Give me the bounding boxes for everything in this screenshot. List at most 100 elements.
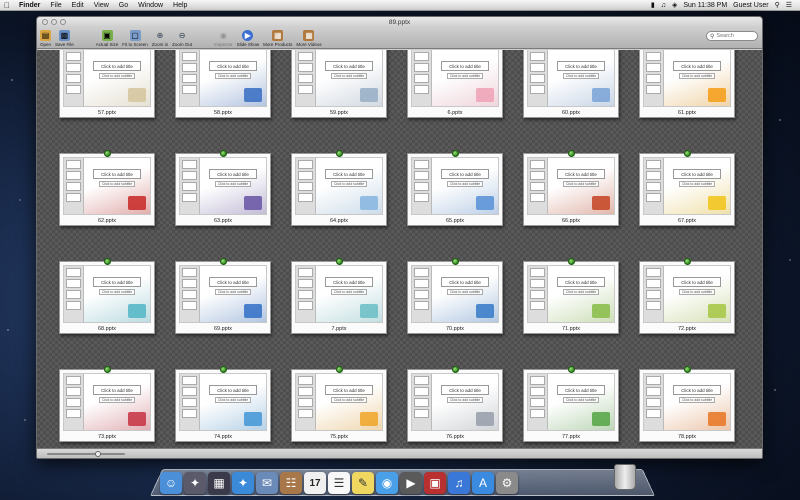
slide-main: Click to add title Click to add subtitle bbox=[548, 266, 614, 322]
system-preferences-icon[interactable]: ⚙ bbox=[496, 472, 518, 494]
search-field[interactable]: ⚲ bbox=[706, 31, 758, 41]
wifi-icon[interactable]: ◈ bbox=[672, 1, 677, 9]
menu-go[interactable]: Go bbox=[114, 2, 133, 9]
calendar-icon[interactable]: 17 bbox=[304, 472, 326, 494]
slide-title-placeholder: Click to add title bbox=[673, 277, 721, 287]
file-name: 60.pptx bbox=[561, 110, 581, 116]
file-card[interactable]: Click to add title Click to add subtitle 6… bbox=[175, 150, 271, 226]
file-card[interactable]: Click to add title Click to add subtitle 6… bbox=[523, 150, 619, 226]
file-card[interactable]: Click to add title Click to add subtitle 6… bbox=[59, 258, 155, 334]
slide-grid-area[interactable]: Click to add title Click to add subtitle 5… bbox=[37, 50, 762, 450]
file-card[interactable]: Click to add title Click to add subtitle 6… bbox=[175, 258, 271, 334]
zoom-slider[interactable] bbox=[47, 451, 125, 457]
pin-icon bbox=[104, 258, 111, 265]
slide-thumbnails bbox=[180, 50, 200, 106]
file-card[interactable]: Click to add title Click to add subtitle 7… bbox=[291, 258, 387, 334]
slide-thumbnails bbox=[180, 266, 200, 322]
file-name: 73.pptx bbox=[97, 434, 117, 440]
zoom-out-button[interactable]: ⊖ Zoom Out bbox=[172, 30, 192, 48]
more-videos-button[interactable]: ▦ More Videos bbox=[296, 30, 322, 48]
title-bar[interactable]: 89.pptx bbox=[37, 17, 762, 27]
safari-icon[interactable]: ✦ bbox=[232, 472, 254, 494]
app-store-icon[interactable]: A bbox=[472, 472, 494, 494]
notes-icon[interactable]: ✎ bbox=[352, 472, 374, 494]
slide-thumbnails bbox=[64, 50, 84, 106]
contacts-icon[interactable]: ☷ bbox=[280, 472, 302, 494]
user-name[interactable]: Guest User bbox=[733, 2, 768, 9]
apple-menu-icon[interactable]:  bbox=[0, 1, 14, 10]
file-card[interactable]: Click to add title Click to add subtitle 6… bbox=[407, 50, 503, 118]
file-card[interactable]: Click to add title Click to add subtitle 7… bbox=[639, 366, 735, 442]
slide-thumbnails bbox=[644, 158, 664, 214]
itunes-icon[interactable]: ♫ bbox=[448, 472, 470, 494]
slide-thumbnails bbox=[64, 374, 84, 430]
slide-title-placeholder: Click to add title bbox=[325, 277, 373, 287]
search-input[interactable] bbox=[716, 33, 757, 39]
more-products-button[interactable]: ▦ More Products bbox=[263, 30, 292, 48]
volume-icon[interactable]: ♫ bbox=[661, 2, 666, 9]
file-card[interactable]: Click to add title Click to add subtitle 6… bbox=[59, 150, 155, 226]
slide-graphic bbox=[244, 304, 262, 318]
file-card[interactable]: Click to add title Click to add subtitle 7… bbox=[407, 366, 503, 442]
trash-icon[interactable] bbox=[614, 464, 636, 490]
open-button[interactable]: ▤ Open bbox=[40, 30, 51, 48]
slide-subtitle-placeholder: Click to add subtitle bbox=[679, 73, 715, 79]
file-card[interactable]: Click to add title Click to add subtitle 7… bbox=[523, 258, 619, 334]
mission-control-icon[interactable]: ▦ bbox=[208, 472, 230, 494]
messages-icon[interactable]: ◉ bbox=[376, 472, 398, 494]
actual-size-button[interactable]: ▣ Actual Size bbox=[96, 30, 118, 48]
file-card[interactable]: Click to add title Click to add subtitle 7… bbox=[639, 258, 735, 334]
file-card[interactable]: Click to add title Click to add subtitle 6… bbox=[407, 150, 503, 226]
file-card[interactable]: Click to add title Click to add subtitle 6… bbox=[639, 150, 735, 226]
menu-view[interactable]: View bbox=[89, 2, 114, 9]
clock[interactable]: Sun 11:38 PM bbox=[683, 2, 727, 9]
file-name: 70.pptx bbox=[445, 326, 465, 332]
file-card[interactable]: Click to add title Click to add subtitle 7… bbox=[175, 366, 271, 442]
file-card[interactable]: Click to add title Click to add subtitle 6… bbox=[523, 50, 619, 118]
slide-main: Click to add title Click to add subtitle bbox=[200, 158, 266, 214]
fit-to-screen-button[interactable]: ▢ Fit to Screen bbox=[122, 30, 148, 48]
menu-window[interactable]: Window bbox=[133, 2, 168, 9]
finder-icon[interactable]: ☺ bbox=[160, 472, 182, 494]
slide-graphic bbox=[476, 304, 494, 318]
slide-show-button[interactable]: ▶ Slide Show bbox=[237, 30, 259, 48]
slide-main: Click to add title Click to add subtitle bbox=[432, 374, 498, 430]
zoom-slider-knob[interactable] bbox=[95, 451, 101, 457]
file-card[interactable]: Click to add title Click to add subtitle 7… bbox=[59, 366, 155, 442]
slide-main: Click to add title Click to add subtitle bbox=[548, 50, 614, 106]
file-card[interactable]: Click to add title Click to add subtitle 7… bbox=[291, 366, 387, 442]
menu-file[interactable]: File bbox=[45, 2, 66, 9]
slide-graphic bbox=[476, 412, 494, 426]
reminders-icon[interactable]: ☰ bbox=[328, 472, 350, 494]
mail-icon[interactable]: ✉ bbox=[256, 472, 278, 494]
file-card[interactable]: Click to add title Click to add subtitle 6… bbox=[291, 150, 387, 226]
menu-edit[interactable]: Edit bbox=[67, 2, 89, 9]
file-card[interactable]: Click to add title Click to add subtitle 5… bbox=[175, 50, 271, 118]
file-card[interactable]: Click to add title Click to add subtitle 7… bbox=[407, 258, 503, 334]
file-name: 63.pptx bbox=[213, 218, 233, 224]
inspector-button[interactable]: ◉ Inspector bbox=[214, 30, 233, 48]
launchpad-icon[interactable]: ✦ bbox=[184, 472, 206, 494]
photo-booth-icon[interactable]: ▣ bbox=[424, 472, 446, 494]
facetime-icon[interactable]: ▶ bbox=[400, 472, 422, 494]
slide-preview: Click to add title Click to add subtitle bbox=[527, 373, 615, 431]
slide-thumbnails bbox=[412, 374, 432, 430]
file-card[interactable]: Click to add title Click to add subtitle 5… bbox=[291, 50, 387, 118]
slide-subtitle-placeholder: Click to add subtitle bbox=[99, 181, 135, 187]
slide-thumbnails bbox=[528, 158, 548, 214]
menu-help[interactable]: Help bbox=[168, 2, 192, 9]
slide-main: Click to add title Click to add subtitle bbox=[548, 158, 614, 214]
file-card[interactable]: Click to add title Click to add subtitle 7… bbox=[523, 366, 619, 442]
zoom-in-button[interactable]: ⊕ Zoom in bbox=[152, 30, 168, 48]
notification-center-icon[interactable]: ☰ bbox=[786, 1, 792, 9]
calendar-day: 17 bbox=[309, 477, 321, 489]
file-card[interactable]: Click to add title Click to add subtitle 6… bbox=[639, 50, 735, 118]
slide-subtitle-placeholder: Click to add subtitle bbox=[563, 289, 599, 295]
file-card[interactable]: Click to add title Click to add subtitle 5… bbox=[59, 50, 155, 118]
menu-app-name[interactable]: Finder bbox=[14, 2, 45, 9]
slide-preview: Click to add title Click to add subtitle bbox=[527, 157, 615, 215]
battery-icon[interactable]: ▮ bbox=[651, 1, 655, 9]
spotlight-icon[interactable]: ⚲ bbox=[775, 1, 780, 9]
slide-main: Click to add title Click to add subtitle bbox=[664, 266, 730, 322]
save-file-button[interactable]: ▩ Save File bbox=[55, 30, 74, 48]
